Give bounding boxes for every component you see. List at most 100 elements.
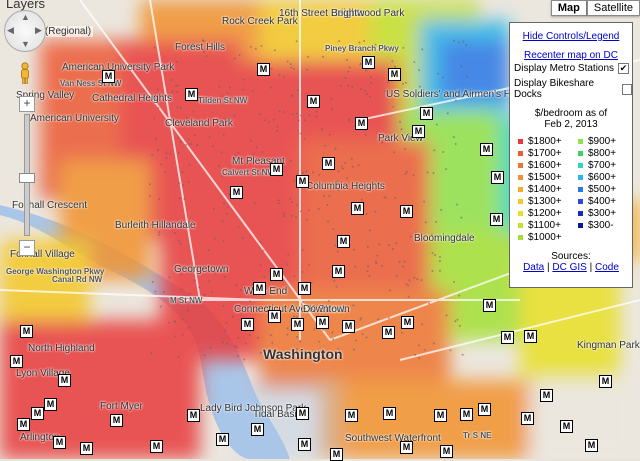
zoom-control[interactable]: + − [19, 96, 35, 256]
metro-station-icon[interactable]: M [440, 445, 453, 458]
zoom-slider-track[interactable] [19, 114, 35, 236]
pan-right-icon[interactable]: ▶ [35, 25, 42, 36]
zoom-out-button[interactable]: − [19, 240, 35, 256]
metro-station-icon[interactable]: M [351, 202, 364, 215]
metro-station-icon[interactable]: M [20, 325, 33, 338]
legend-item: $1200+ [518, 208, 578, 219]
metro-checkbox[interactable]: ✔ [618, 63, 630, 74]
map-type-satellite-button[interactable]: Satellite [586, 0, 640, 16]
metro-station-icon[interactable]: M [102, 70, 115, 83]
pegman-icon[interactable] [18, 62, 32, 84]
bikeshare-toggle-row[interactable]: Display Bikeshare Docks [514, 78, 632, 100]
listing-dot [153, 117, 156, 120]
listing-dot [273, 49, 276, 52]
listing-dot [237, 336, 240, 339]
metro-station-icon[interactable]: M [483, 299, 496, 312]
metro-station-icon[interactable]: M [434, 409, 447, 422]
map-label: Cleveland Park [165, 118, 233, 129]
zoom-in-button[interactable]: + [19, 96, 35, 112]
metro-station-icon[interactable]: M [298, 282, 311, 295]
metro-station-icon[interactable]: M [296, 407, 309, 420]
metro-station-icon[interactable]: M [337, 235, 350, 248]
listing-dot [193, 134, 196, 136]
metro-station-icon[interactable]: M [296, 175, 309, 188]
metro-station-icon[interactable]: M [420, 107, 433, 120]
source-dcgis-link[interactable]: DC GIS [552, 262, 586, 273]
metro-station-icon[interactable]: M [80, 442, 93, 455]
metro-station-icon[interactable]: M [10, 355, 23, 368]
pan-down-icon[interactable]: ▼ [21, 39, 30, 49]
metro-station-icon[interactable]: M [362, 56, 375, 69]
metro-station-icon[interactable]: M [388, 68, 401, 81]
listing-dot [327, 220, 330, 223]
metro-station-icon[interactable]: M [490, 213, 503, 226]
metro-station-icon[interactable]: M [330, 448, 343, 461]
metro-station-icon[interactable]: M [253, 282, 266, 295]
metro-station-icon[interactable]: M [524, 330, 537, 343]
metro-station-icon[interactable]: M [383, 407, 396, 420]
metro-station-icon[interactable]: M [342, 320, 355, 333]
metro-station-icon[interactable]: M [257, 63, 270, 76]
metro-station-icon[interactable]: M [400, 205, 413, 218]
metro-station-icon[interactable]: M [501, 331, 514, 344]
metro-station-icon[interactable]: M [322, 157, 335, 170]
metro-station-icon[interactable]: M [31, 407, 44, 420]
metro-station-icon[interactable]: M [187, 409, 200, 422]
metro-station-icon[interactable]: M [53, 436, 66, 449]
metro-station-icon[interactable]: M [17, 418, 30, 431]
listing-dot [293, 179, 296, 182]
listing-dot [426, 171, 429, 174]
pan-left-icon[interactable]: ◀ [7, 25, 14, 36]
listing-dot [242, 78, 245, 81]
metro-station-icon[interactable]: M [251, 423, 264, 436]
pan-control[interactable]: ▲ ▼ ◀ ▶ [4, 10, 46, 52]
metro-station-icon[interactable]: M [345, 409, 358, 422]
listing-dot [399, 120, 401, 123]
metro-station-icon[interactable]: M [307, 95, 320, 108]
zoom-slider-thumb[interactable] [19, 173, 35, 183]
recenter-link[interactable]: Recenter map on DC [510, 50, 632, 61]
pan-up-icon[interactable]: ▲ [21, 12, 30, 22]
metro-station-icon[interactable]: M [216, 433, 229, 446]
metro-station-icon[interactable]: M [585, 439, 598, 452]
metro-station-icon[interactable]: M [332, 265, 345, 278]
metro-station-icon[interactable]: M [58, 374, 71, 387]
metro-station-icon[interactable]: M [521, 412, 534, 425]
metro-station-icon[interactable]: M [460, 408, 473, 421]
metro-station-icon[interactable]: M [185, 88, 198, 101]
listing-dot [301, 248, 304, 251]
metro-station-icon[interactable]: M [298, 438, 311, 451]
metro-station-icon[interactable]: M [268, 310, 281, 323]
listing-dot [421, 48, 424, 51]
metro-station-icon[interactable]: M [270, 163, 283, 176]
hide-controls-link[interactable]: Hide Controls/Legend [510, 31, 632, 42]
metro-station-icon[interactable]: M [355, 117, 368, 130]
metro-station-icon[interactable]: M [110, 414, 123, 427]
metro-station-icon[interactable]: M [270, 268, 283, 281]
metro-station-icon[interactable]: M [412, 125, 425, 138]
listing-dot [308, 263, 311, 266]
metro-station-icon[interactable]: M [316, 316, 329, 329]
source-code-link[interactable]: Code [595, 262, 619, 273]
metro-station-icon[interactable]: M [599, 375, 612, 388]
metro-station-icon[interactable]: M [401, 316, 414, 329]
map-type-map-button[interactable]: Map [550, 0, 587, 16]
listing-dot [295, 112, 298, 115]
metro-station-icon[interactable]: M [150, 440, 163, 453]
metro-station-icon[interactable]: M [480, 143, 493, 156]
source-data-link[interactable]: Data [523, 262, 544, 273]
metro-station-icon[interactable]: M [230, 186, 243, 199]
metro-station-icon[interactable]: M [44, 398, 57, 411]
metro-station-icon[interactable]: M [400, 441, 413, 454]
metro-station-icon[interactable]: M [560, 420, 573, 433]
metro-station-icon[interactable]: M [478, 403, 491, 416]
metro-station-icon[interactable]: M [291, 318, 304, 331]
metro-station-icon[interactable]: M [382, 326, 395, 339]
listing-dot [327, 299, 330, 302]
bikeshare-checkbox[interactable] [621, 83, 632, 95]
metro-station-icon[interactable]: M [491, 171, 504, 184]
metro-station-icon[interactable]: M [540, 389, 553, 402]
metro-toggle-row[interactable]: Display Metro Stations ✔ [514, 63, 632, 74]
listing-dot [289, 63, 292, 66]
metro-station-icon[interactable]: M [241, 318, 254, 331]
